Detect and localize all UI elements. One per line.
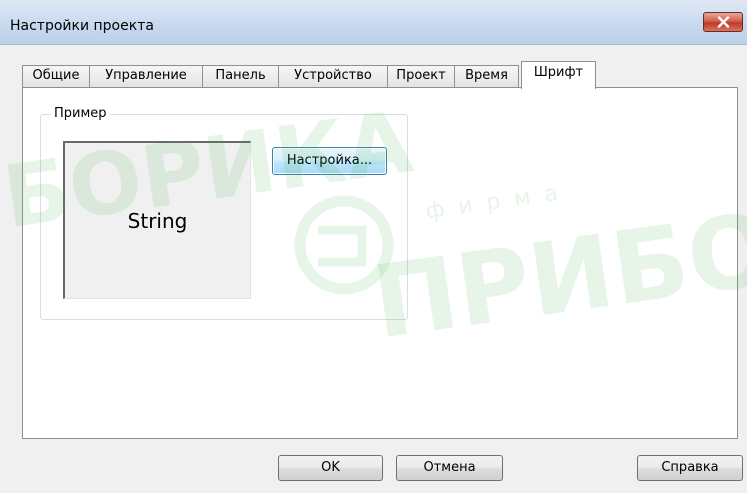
tab-font[interactable]: Шрифт xyxy=(521,61,596,89)
font-preview-text: String xyxy=(127,209,188,233)
close-button[interactable] xyxy=(703,12,743,32)
tab-project[interactable]: Проект xyxy=(387,65,455,87)
example-group-label: Пример xyxy=(51,106,110,122)
tab-time[interactable]: Время xyxy=(454,65,519,87)
font-preview-box: String xyxy=(63,141,251,299)
cancel-button[interactable]: Отмена xyxy=(396,455,503,481)
tab-control[interactable]: Управление xyxy=(89,65,203,87)
title-bar[interactable]: Настройки проекта xyxy=(0,0,747,45)
ok-button[interactable]: OK xyxy=(278,455,383,481)
tab-general[interactable]: Общие xyxy=(22,65,90,87)
tab-device[interactable]: Устройство xyxy=(278,65,388,87)
tab-panel-font: Пример String Настройка... xyxy=(22,87,738,439)
close-icon xyxy=(717,16,730,28)
help-button[interactable]: Справка xyxy=(637,455,743,481)
tab-panel[interactable]: Панель xyxy=(202,65,279,87)
example-groupbox: Пример String Настройка... xyxy=(40,106,408,320)
font-settings-button[interactable]: Настройка... xyxy=(272,147,387,175)
project-settings-dialog: Настройки проекта Общие Управление Панел… xyxy=(0,0,747,493)
window-title: Настройки проекта xyxy=(10,18,154,34)
